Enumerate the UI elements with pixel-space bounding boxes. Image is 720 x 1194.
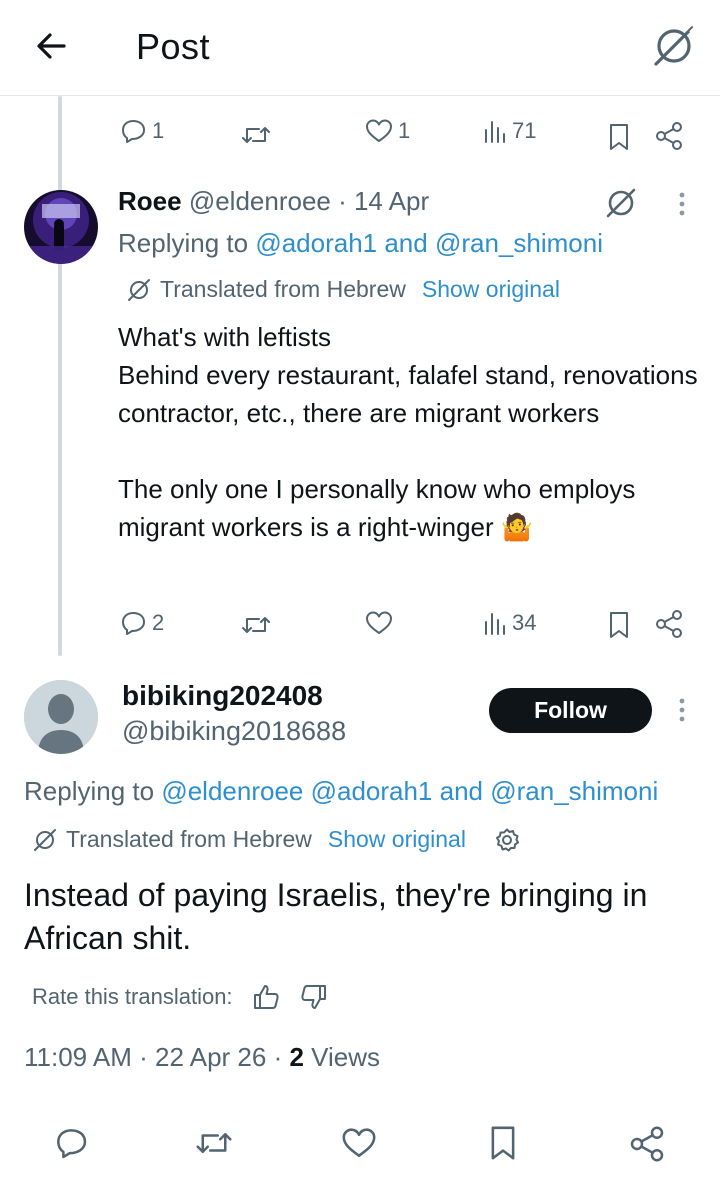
arrow-left-icon[interactable] (32, 26, 72, 66)
rate-translation: Rate this translation: (32, 982, 329, 1012)
views-count: 71 (512, 118, 537, 143)
share-icon (630, 1126, 664, 1162)
prev-reply-button[interactable]: 1 (118, 116, 164, 146)
author-name[interactable]: bibiking202408 (122, 680, 323, 712)
reply-count: 2 (152, 610, 165, 635)
translated-label: Translated from Hebrew (66, 826, 312, 852)
share-icon (656, 122, 682, 150)
grok-icon (34, 828, 56, 851)
avatar[interactable] (24, 680, 98, 754)
gear-icon[interactable] (494, 827, 520, 853)
views-label: Views (303, 1042, 381, 1072)
post-text: Instead of paying Israelis, they're brin… (24, 877, 648, 956)
more-vertical-icon[interactable] (672, 190, 692, 218)
reply-button[interactable] (52, 1124, 90, 1162)
like-button[interactable] (364, 608, 394, 638)
translation-notice: Translated from Hebrew Show original (32, 826, 520, 853)
follow-button[interactable]: Follow (489, 688, 652, 733)
reply-button[interactable]: 2 (118, 608, 164, 638)
show-original-link[interactable]: Show original (328, 826, 466, 853)
repost-button[interactable] (240, 610, 272, 640)
reply-count: 1 (152, 118, 165, 143)
prev-share-button[interactable] (654, 120, 684, 152)
grok-icon (128, 278, 150, 301)
bottom-action-bar (0, 1110, 720, 1180)
timestamp: 11:09 AM · 22 Apr 26 · (24, 1042, 290, 1072)
bookmark-button[interactable] (606, 610, 632, 640)
author-handle-time: @eldenroee · 14 Apr (188, 186, 430, 216)
replying-to-handles[interactable]: @adorah1 and @ran_shimoni (255, 228, 603, 258)
share-button[interactable] (654, 608, 684, 640)
speech-bubble-icon (57, 1129, 87, 1159)
post-text: What's with leftists Behind every restau… (118, 322, 698, 542)
bookmark-icon (610, 124, 628, 150)
avatar[interactable] (24, 190, 98, 264)
replying-to-handles[interactable]: @eldenroee @adorah1 and @ran_shimoni (161, 776, 658, 806)
top-bar: Post (0, 0, 720, 96)
views-count: 2 (289, 1042, 304, 1072)
prev-repost-button[interactable] (240, 120, 272, 150)
bookmark-button[interactable] (486, 1124, 520, 1162)
post-meta: 11:09 AM · 22 Apr 26 · 2 Views (24, 1042, 380, 1073)
rate-label: Rate this translation: (32, 984, 233, 1009)
prev-views-button[interactable]: 71 (482, 116, 536, 146)
heart-icon (366, 611, 392, 634)
translated-label: Translated from Hebrew (160, 276, 406, 302)
prev-like-button[interactable]: 1 (364, 116, 410, 146)
repost-icon (242, 617, 270, 633)
thumbs-down-icon[interactable] (299, 982, 329, 1012)
share-button[interactable] (628, 1124, 666, 1164)
like-button[interactable] (340, 1124, 378, 1162)
bookmark-icon (491, 1126, 515, 1160)
replying-to: Replying to @adorah1 and @ran_shimoni (118, 228, 603, 259)
bookmark-icon (610, 612, 628, 638)
views-count: 34 (512, 610, 537, 635)
speech-bubble-icon (122, 120, 145, 143)
replying-to-prefix: Replying to (118, 228, 256, 258)
like-count: 1 (398, 118, 411, 143)
thumbs-up-icon[interactable] (251, 982, 281, 1012)
replying-to-prefix: Replying to (24, 776, 162, 806)
bar-chart-icon (485, 121, 505, 143)
views-button[interactable]: 34 (482, 608, 536, 638)
share-icon (656, 610, 682, 638)
repost-icon (242, 127, 270, 143)
author-name[interactable]: Roee (118, 186, 182, 216)
page-title: Post (136, 26, 211, 67)
author-line: Roee @eldenroee · 14 Apr (118, 186, 429, 217)
speech-bubble-icon (122, 612, 145, 635)
thread-line (58, 96, 62, 656)
grok-icon[interactable] (650, 22, 698, 70)
replying-to: Replying to @eldenroee @adorah1 and @ran… (24, 776, 658, 807)
grok-icon[interactable] (604, 186, 638, 220)
repost-button[interactable] (194, 1124, 234, 1162)
prev-bookmark-button[interactable] (606, 122, 632, 152)
bar-chart-icon (485, 613, 505, 635)
author-handle[interactable]: @bibiking2018688 (122, 716, 346, 747)
repost-icon (196, 1133, 232, 1153)
default-avatar-icon (24, 680, 98, 754)
more-vertical-icon[interactable] (672, 696, 692, 724)
heart-icon (366, 119, 392, 142)
translation-notice: Translated from Hebrew Show original (126, 276, 560, 303)
heart-icon (342, 1128, 376, 1157)
show-original-link[interactable]: Show original (422, 276, 560, 303)
